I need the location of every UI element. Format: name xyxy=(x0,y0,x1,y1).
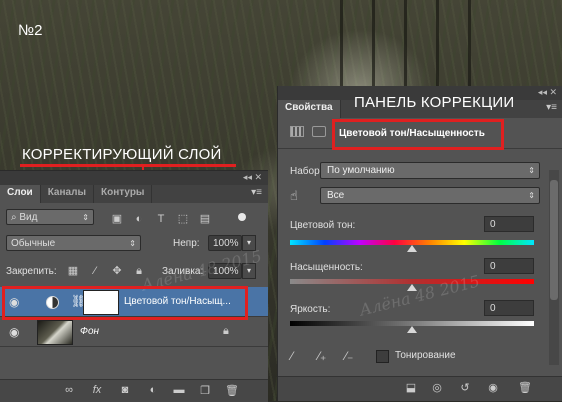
properties-panel: ◂◂ ✕ Свойства ▾≡ Цветовой тон/Насыщеннос… xyxy=(277,86,562,401)
hue-saturation-adjustment-icon xyxy=(46,296,59,309)
lightness-label: Яркость: xyxy=(290,304,331,315)
opacity-input[interactable]: 100% xyxy=(208,235,242,251)
filter-kind-label: Вид xyxy=(19,212,38,223)
folder-icon[interactable]: ▬ xyxy=(172,384,186,396)
filter-toggle-icon[interactable] xyxy=(238,213,246,221)
tab-layers[interactable]: Слои xyxy=(0,185,41,203)
correction-panel-annotation: ПАНЕЛЬ КОРРЕКЦИИ xyxy=(354,94,515,111)
blend-mode-select[interactable]: Обычные ⇕ xyxy=(6,235,141,251)
collapse-icon[interactable]: ◂◂ ✕ xyxy=(243,172,262,183)
eyedropper-icon[interactable]: ⁄ xyxy=(291,349,293,363)
mask-icon[interactable]: ◙ xyxy=(118,384,132,396)
layers-panel: ◂◂ ✕ Слои Каналы Контуры ▾≡ ⌕ Вид ⇕ ▣ ◐ … xyxy=(0,170,268,402)
preset-select[interactable]: По умолчанию ⇕ xyxy=(320,162,540,179)
visibility-eye-icon[interactable]: ◉ xyxy=(9,325,19,339)
opacity-label: Непр: xyxy=(173,238,200,249)
visibility-eye-icon[interactable]: ◉ xyxy=(486,381,500,394)
lock-brush-icon[interactable]: ⁄ xyxy=(88,265,102,277)
background-layer-thumbnail xyxy=(37,320,73,345)
channel-value: Все xyxy=(327,190,345,201)
layer-name[interactable]: Цветовой тон/Насыщ... xyxy=(124,296,231,307)
new-layer-icon[interactable]: ❐ xyxy=(198,384,212,397)
properties-header: Цветовой тон/Насыщенность xyxy=(278,118,562,149)
lightness-input[interactable]: 0 xyxy=(484,300,534,316)
scrollbar-thumb[interactable] xyxy=(550,180,558,300)
panel-menu-icon[interactable]: ▾≡ xyxy=(251,187,262,198)
updown-icon: ⇕ xyxy=(528,166,535,175)
link-icon[interactable]: ∞ xyxy=(62,384,76,396)
trash-icon[interactable]: 🗑︎ xyxy=(518,381,532,394)
tab-properties[interactable]: Свойства xyxy=(278,100,341,118)
target-hand-icon[interactable]: ☝︎ xyxy=(290,188,298,204)
clip-to-layer-icon[interactable]: ⬓ xyxy=(404,381,418,394)
blend-row: Обычные ⇕ Непр: 100% ▾ xyxy=(0,233,268,253)
layer-filter-select[interactable]: ⌕ Вид ⇕ xyxy=(6,209,94,225)
eyedropper-minus-icon[interactable]: ⁄₋ xyxy=(345,349,353,363)
lock-icon: 🔒︎ xyxy=(223,325,229,337)
tab-paths[interactable]: Контуры xyxy=(94,185,153,203)
layers-tabs: Слои Каналы Контуры ▾≡ xyxy=(0,185,268,203)
adjustment-title: Цветовой тон/Насыщенность xyxy=(339,128,485,139)
adjustment-filter-icon[interactable]: ◐ xyxy=(132,213,146,225)
preset-label: Набор: xyxy=(290,166,323,177)
layer-row-background[interactable]: ◉ Фон 🔒︎ xyxy=(0,317,268,347)
fx-icon[interactable]: fx xyxy=(90,384,104,396)
step-number: №2 xyxy=(18,22,43,39)
saturation-label: Насыщенность: xyxy=(290,262,363,273)
hue-label: Цветовой тон: xyxy=(290,220,356,231)
lock-move-icon[interactable]: ✥ xyxy=(110,265,124,277)
visibility-eye-icon[interactable]: ◉ xyxy=(9,295,19,309)
layers-panel-titlebar: ◂◂ ✕ xyxy=(0,171,268,185)
lock-transparency-icon[interactable]: ▦ xyxy=(66,265,80,277)
adjustment-grid-icon[interactable] xyxy=(290,126,304,137)
layer-name[interactable]: Фон xyxy=(80,326,99,337)
layer-mask-thumbnail[interactable] xyxy=(83,290,119,315)
blend-mode-value: Обычные xyxy=(11,238,56,249)
updown-icon: ⇕ xyxy=(129,239,136,248)
properties-bottom-toolbar: ⬓ ◎ ↺ ◉ 🗑︎ xyxy=(278,376,562,401)
reset-icon[interactable]: ↺ xyxy=(458,381,472,394)
preset-value: По умолчанию xyxy=(327,165,395,176)
colorize-label: Тонирование xyxy=(395,350,456,361)
image-filter-icon[interactable]: ▣ xyxy=(110,213,124,225)
annotation-underline xyxy=(20,164,236,167)
adjustment-layer-annotation: КОРРЕКТИРУЮЩИЙ СЛОЙ xyxy=(22,146,222,163)
hue-input[interactable]: 0 xyxy=(484,216,534,232)
tab-channels[interactable]: Каналы xyxy=(41,185,94,203)
updown-icon: ⇕ xyxy=(528,191,535,200)
layers-bottom-toolbar: ∞ fx ◙ ◐ ▬ ❐ 🗑︎ xyxy=(0,379,268,402)
adjustment-icon[interactable]: ◐ xyxy=(146,384,160,396)
properties-scrollbar[interactable] xyxy=(549,170,559,365)
lock-label: Закрепить: xyxy=(6,266,57,277)
view-previous-icon[interactable]: ◎ xyxy=(430,381,444,394)
eyedropper-plus-icon[interactable]: ⁄₊ xyxy=(318,349,326,363)
lightness-slider-thumb[interactable] xyxy=(407,326,417,333)
mask-circle-icon[interactable] xyxy=(312,126,326,137)
updown-icon: ⇕ xyxy=(82,213,89,222)
channel-select[interactable]: Все ⇕ xyxy=(320,187,540,204)
saturation-input[interactable]: 0 xyxy=(484,258,534,274)
type-filter-icon[interactable]: T xyxy=(154,213,168,225)
layer-row-hue-saturation[interactable]: ◉ ⛓︎ Цветовой тон/Насыщ... xyxy=(0,287,268,317)
layer-filter-row: ⌕ Вид ⇕ ▣ ◐ T ⬚ ▤ xyxy=(0,207,268,227)
panel-menu-icon[interactable]: ▾≡ xyxy=(546,102,557,113)
collapse-icon[interactable]: ◂◂ ✕ xyxy=(538,87,557,98)
hue-slider-thumb[interactable] xyxy=(407,245,417,252)
trash-icon[interactable]: 🗑︎ xyxy=(225,384,239,397)
shape-filter-icon[interactable]: ⬚ xyxy=(176,213,190,225)
smart-object-filter-icon[interactable]: ▤ xyxy=(198,213,212,225)
colorize-checkbox[interactable] xyxy=(376,350,389,363)
